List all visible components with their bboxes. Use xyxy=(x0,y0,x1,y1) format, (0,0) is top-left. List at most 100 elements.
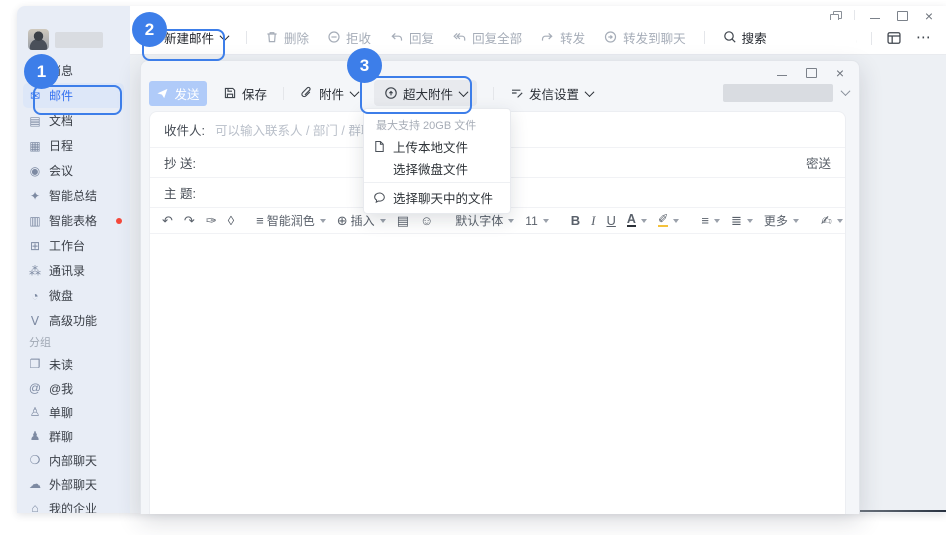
compose-maximize-button[interactable] xyxy=(804,67,818,79)
sidebar: ▣ 消息 ✉ 邮件 ▤ 文档 ▦ 日程 ◉ 会议 ✦ 智能总结 ▥ 智能表格 ⊞ 工作台 ⁂ 通讯… xyxy=(17,6,130,513)
more-formats-button[interactable]: 更多 xyxy=(764,212,799,229)
sidebar-item-mail[interactable]: ✉ 邮件 xyxy=(23,83,124,108)
people-icon: ♟ xyxy=(29,429,41,443)
sidebar-item-advanced[interactable]: Ⅴ 高级功能 xyxy=(17,308,130,333)
sidebar-item-messages[interactable]: ▣ 消息 xyxy=(17,58,130,83)
at-icon: @ xyxy=(28,381,42,395)
compose-close-button[interactable]: × xyxy=(833,66,847,80)
menu-item-upload-local[interactable]: 上传本地文件 xyxy=(364,135,510,157)
close-button[interactable]: × xyxy=(922,9,936,23)
bold-button[interactable]: B xyxy=(571,213,580,228)
mail-toolbar: 新建邮件 删除 拒收 回复 回复全部 转发 转发到聊天 搜索 xyxy=(130,20,856,54)
big-attachment-button[interactable]: 超大附件 xyxy=(374,80,478,106)
undo-button[interactable]: ↶ xyxy=(162,214,173,227)
sparkle-icon: ✦ xyxy=(29,188,41,203)
search-button[interactable]: 搜索 xyxy=(723,28,767,47)
caret-icon xyxy=(746,218,753,223)
new-mail-button[interactable]: 新建邮件 xyxy=(144,28,230,47)
sidebar-item-mentions[interactable]: @ @我 xyxy=(17,376,130,400)
avatar[interactable] xyxy=(28,29,49,50)
sidebar-groups: ❐ 未读 @ @我 ♙ 单聊 ♟ 群聊 ❍ 内部聊天 ☁ 外部聊天 ⌂ 我的企业 xyxy=(17,352,130,513)
calendar-icon: ▦ xyxy=(29,138,41,153)
sender-account-redacted[interactable] xyxy=(723,84,833,102)
sidebar-item-external-chat[interactable]: ☁ 外部聊天 xyxy=(17,472,130,496)
highlight-button[interactable]: ✐ xyxy=(657,213,680,227)
insert-button[interactable]: ⊕ 插入 xyxy=(337,212,386,229)
align-button[interactable]: ≡ xyxy=(701,214,720,227)
save-button[interactable]: 保存 xyxy=(223,84,267,103)
org-icon: ⁂ xyxy=(29,263,41,278)
file-icon xyxy=(372,140,387,153)
to-label: 收件人: xyxy=(164,124,205,138)
bubble-icon: ❍ xyxy=(29,453,41,467)
chevron-down-icon xyxy=(219,30,230,41)
sidebar-item-ai-summary[interactable]: ✦ 智能总结 xyxy=(17,183,130,208)
bcc-link[interactable]: 密送 xyxy=(806,153,831,172)
caret-icon xyxy=(542,218,549,223)
layout-icon[interactable] xyxy=(886,30,902,46)
caret-icon xyxy=(792,218,799,223)
menu-header: 最大支持 20GB 文件 xyxy=(376,120,477,132)
meeting-icon: ◉ xyxy=(29,163,41,178)
sidebar-item-contacts[interactable]: ⁂ 通讯录 xyxy=(17,258,130,283)
menu-separator xyxy=(364,182,510,183)
delete-button[interactable]: 删除 xyxy=(265,28,309,47)
cc-label: 抄 送: xyxy=(164,157,196,171)
sidebar-item-group-chat[interactable]: ♟ 群聊 xyxy=(17,424,130,448)
emoji-button[interactable]: ☺ xyxy=(420,214,433,227)
disk-icon: ◔ xyxy=(31,288,39,303)
send-button[interactable]: 发送 xyxy=(149,80,207,106)
menu-item-chat-file[interactable]: 选择聊天中的文件 xyxy=(364,186,510,208)
sidebar-item-meeting[interactable]: ◉ 会议 xyxy=(17,158,130,183)
maximize-button[interactable] xyxy=(895,10,909,22)
send-settings-icon xyxy=(512,89,523,98)
sidebar-item-unread[interactable]: ❐ 未读 xyxy=(17,352,130,376)
font-size-select[interactable]: 11 xyxy=(525,214,549,228)
signature-button[interactable]: ✍ xyxy=(821,214,843,227)
minimize-button[interactable] xyxy=(868,10,882,22)
sidebar-item-smart-table[interactable]: ▥ 智能表格 xyxy=(17,208,130,233)
format-painter-button[interactable]: ✑ xyxy=(206,214,217,227)
forward-icon xyxy=(541,32,553,41)
reject-button[interactable]: 拒收 xyxy=(327,28,371,47)
table-icon: ▥ xyxy=(29,213,41,228)
sidebar-item-wedisk[interactable]: ◔ 微盘 xyxy=(17,283,130,308)
sidebar-item-schedule[interactable]: ▦ 日程 xyxy=(17,133,130,158)
italic-button[interactable]: I xyxy=(591,213,595,229)
card-template-button[interactable]: ▤ xyxy=(397,214,409,227)
sidebar-item-workbench[interactable]: ⊞ 工作台 xyxy=(17,233,130,258)
chevron-down-icon xyxy=(584,86,595,97)
font-family-select[interactable]: 默认字体 xyxy=(455,212,515,229)
polish-icon: ≡ xyxy=(256,213,264,228)
font-color-button[interactable]: A xyxy=(626,213,647,227)
menu-item-wedisk-file[interactable]: 选择微盘文件 xyxy=(364,157,510,179)
sidebar-nav: ▣ 消息 ✉ 邮件 ▤ 文档 ▦ 日程 ◉ 会议 ✦ 智能总结 ▥ 智能表格 ⊞ 工作台 ⁂ 通讯… xyxy=(17,58,130,333)
compose-minimize-button[interactable] xyxy=(775,67,789,79)
ai-polish-button[interactable]: ≡ 智能润色 xyxy=(256,212,326,229)
chat-icon: ▣ xyxy=(29,63,41,78)
redo-button[interactable]: ↷ xyxy=(184,214,195,227)
sidebar-item-my-company[interactable]: ⌂ 我的企业 xyxy=(17,496,130,513)
send-settings-button[interactable]: 发信设置 xyxy=(510,84,595,103)
forward-chat-icon xyxy=(604,31,617,43)
caret-icon xyxy=(673,218,680,223)
reply-button[interactable]: 回复 xyxy=(389,28,434,47)
subject-label: 主 题: xyxy=(164,187,196,201)
caret-icon xyxy=(713,218,720,223)
more-icon[interactable]: ⋯ xyxy=(916,30,932,45)
sidebar-item-internal-chat[interactable]: ❍ 内部聊天 xyxy=(17,448,130,472)
profile[interactable] xyxy=(28,29,103,50)
clear-format-button[interactable]: ◊ xyxy=(228,214,234,227)
reply-all-button[interactable]: 回复全部 xyxy=(452,28,522,47)
forward-button[interactable]: 转发 xyxy=(540,28,585,47)
underline-button[interactable]: U xyxy=(606,213,615,228)
email-body-editor[interactable] xyxy=(150,234,845,514)
list-button[interactable]: ≣ xyxy=(731,214,753,227)
chat-bubble-icon xyxy=(372,191,387,204)
sidebar-item-direct-chat[interactable]: ♙ 单聊 xyxy=(17,400,130,424)
sender-chevron-icon[interactable] xyxy=(840,86,851,97)
forward-to-chat-button[interactable]: 转发到聊天 xyxy=(603,28,686,47)
compose-window: × 发送 保存 附件 超大附件 发信设置 收件人: 可以输入联系人 / 部门 /… xyxy=(140,60,860,514)
sidebar-item-docs[interactable]: ▤ 文档 xyxy=(17,108,130,133)
attachment-button[interactable]: 附件 xyxy=(300,84,360,103)
